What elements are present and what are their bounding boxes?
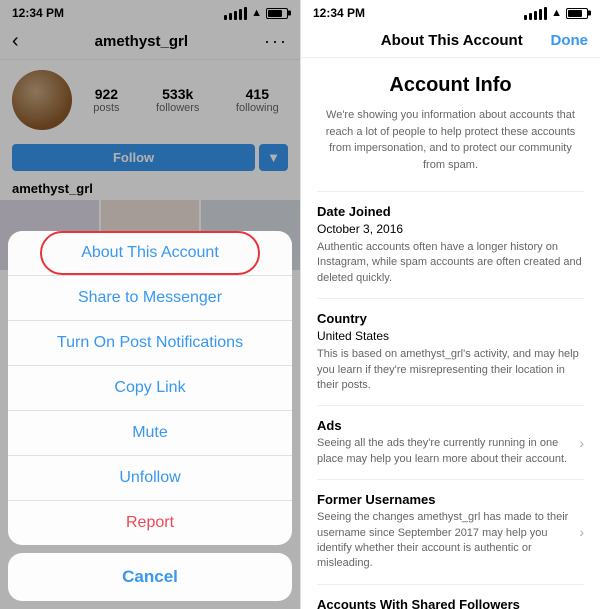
account-info-title: Account Info — [317, 74, 584, 97]
right-status-icons: ▲ — [524, 7, 588, 20]
action-sheet: About This Account Share to Messenger Tu… — [8, 231, 292, 601]
country-title: Country — [317, 311, 584, 326]
right-header: About This Account Done — [301, 24, 600, 58]
date-joined-title: Date Joined — [317, 204, 584, 219]
unfollow-item[interactable]: Unfollow — [8, 456, 292, 501]
date-joined-section: Date Joined October 3, 2016 Authentic ac… — [317, 191, 584, 298]
right-content: Account Info We're showing you informati… — [301, 58, 600, 609]
right-wifi-icon: ▲ — [551, 7, 562, 19]
done-button[interactable]: Done — [551, 32, 589, 49]
former-usernames-section[interactable]: Former Usernames Seeing the changes amet… — [317, 479, 584, 584]
ads-title: Ads — [317, 418, 571, 433]
ads-chevron-icon: › — [579, 435, 584, 451]
right-header-title: About This Account — [381, 32, 523, 49]
right-signal-icon — [524, 7, 547, 20]
left-panel: 12:34 PM ▲ ‹ amethyst_grl ··· 922 — [0, 0, 300, 609]
date-joined-value: October 3, 2016 — [317, 222, 584, 236]
shared-followers-title: Accounts With Shared Followers — [317, 597, 571, 609]
right-battery-icon — [566, 8, 588, 19]
country-section: Country United States This is based on a… — [317, 298, 584, 405]
report-item[interactable]: Report — [8, 501, 292, 545]
former-usernames-desc: Seeing the changes amethyst_grl has made… — [317, 510, 571, 572]
right-status-bar: 12:34 PM ▲ — [301, 0, 600, 24]
mute-item[interactable]: Mute — [8, 411, 292, 456]
account-info-description: We're showing you information about acco… — [317, 107, 584, 173]
about-this-account-item[interactable]: About This Account — [8, 231, 292, 276]
shared-followers-section[interactable]: Accounts With Shared Followers Seeing th… — [317, 584, 584, 609]
right-panel: 12:34 PM ▲ About This Account Done Accou… — [300, 0, 600, 609]
action-sheet-overlay: About This Account Share to Messenger Tu… — [0, 0, 300, 609]
former-usernames-chevron-icon: › — [579, 524, 584, 540]
country-value: United States — [317, 329, 584, 343]
turn-on-notifications-item[interactable]: Turn On Post Notifications — [8, 321, 292, 366]
date-joined-desc: Authentic accounts often have a longer h… — [317, 240, 584, 286]
cancel-group: Cancel — [8, 553, 292, 601]
cancel-button[interactable]: Cancel — [8, 553, 292, 601]
former-usernames-title: Former Usernames — [317, 492, 571, 507]
share-to-messenger-item[interactable]: Share to Messenger — [8, 276, 292, 321]
country-desc: This is based on amethyst_grl's activity… — [317, 347, 584, 393]
copy-link-item[interactable]: Copy Link — [8, 366, 292, 411]
ads-section[interactable]: Ads Seeing all the ads they're currently… — [317, 405, 584, 479]
action-group-main: About This Account Share to Messenger Tu… — [8, 231, 292, 545]
ads-desc: Seeing all the ads they're currently run… — [317, 436, 571, 467]
right-time: 12:34 PM — [313, 6, 365, 20]
